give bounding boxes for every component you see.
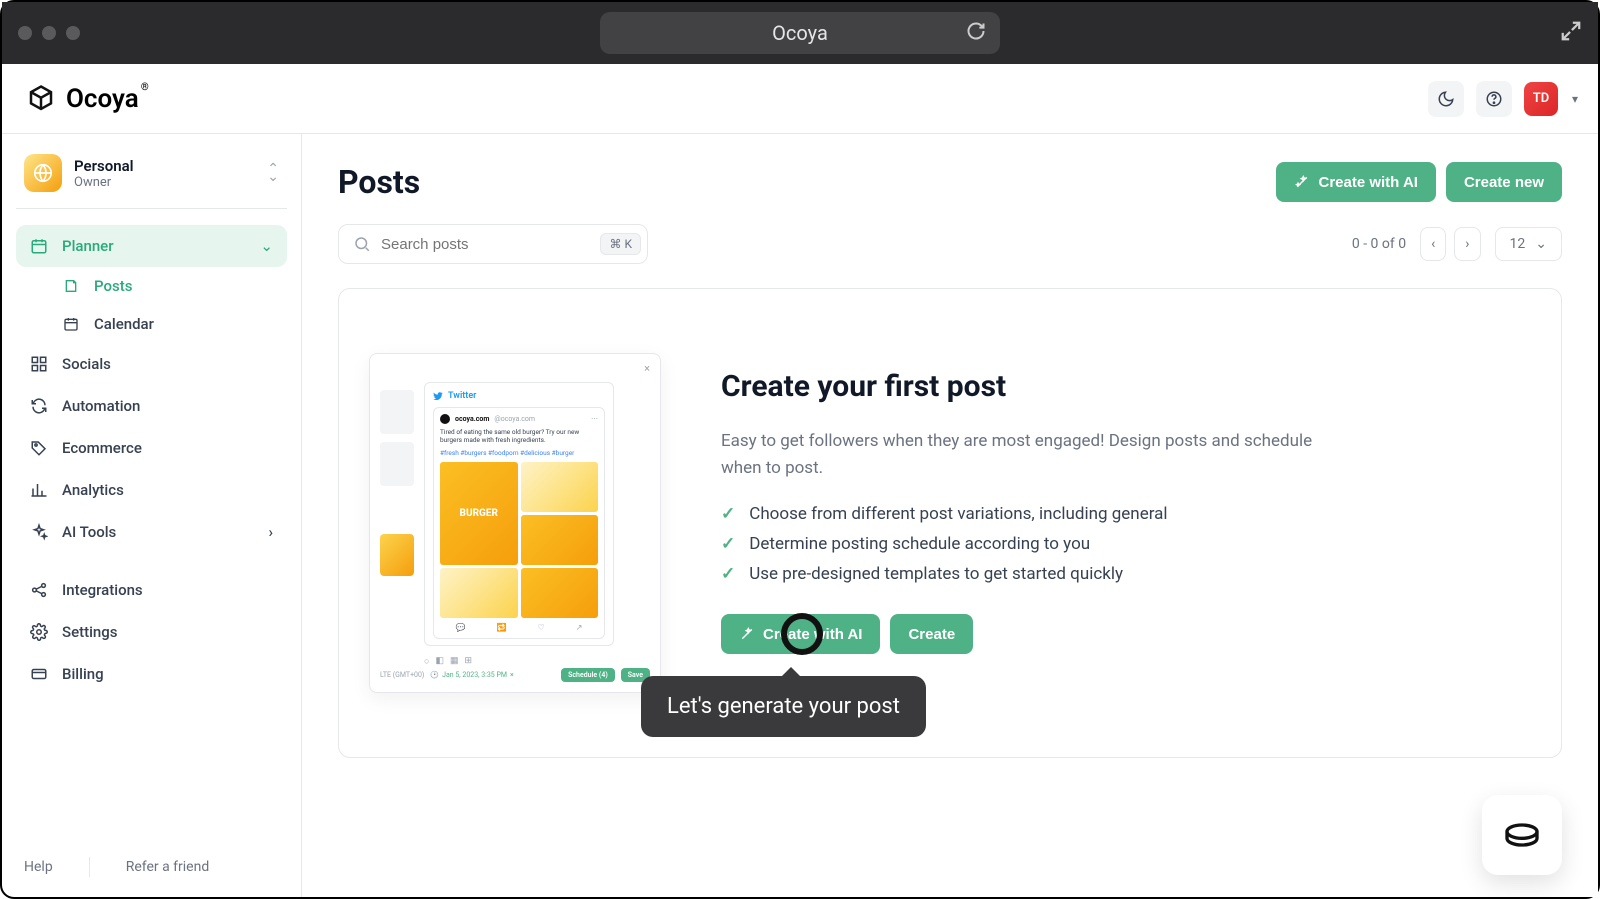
chevron-down-icon[interactable]: ▾: [1572, 92, 1578, 106]
calendar-icon: [30, 237, 48, 255]
post-preview-illustration: × Twitter ocoya.com @ocoya: [369, 353, 661, 693]
sidebar-item-label: Ecommerce: [62, 439, 142, 457]
empty-state-card: × Twitter ocoya.com @ocoya: [338, 288, 1562, 758]
sidebar-item-label: Planner: [62, 237, 114, 255]
onboarding-tooltip: Let's generate your post: [641, 676, 926, 737]
sidebar-item-integrations[interactable]: Integrations: [16, 569, 287, 611]
check-icon: ✓: [721, 504, 735, 524]
prev-page-button[interactable]: ‹: [1420, 227, 1446, 261]
sidebar-item-automation[interactable]: Automation: [16, 385, 287, 427]
window-titlebar: Ocoya: [2, 2, 1598, 64]
maximize-window-button[interactable]: [66, 26, 80, 40]
window-title-text: Ocoya: [772, 21, 828, 45]
brand-logo-icon: [26, 84, 56, 114]
page-size-select[interactable]: 12 ⌄: [1495, 227, 1562, 261]
workspace-name: Personal: [74, 157, 134, 175]
check-icon: ✓: [721, 534, 735, 554]
empty-state-description: Easy to get followers when they are most…: [721, 428, 1351, 482]
sidebar-item-label: Analytics: [62, 481, 124, 499]
list-item: ✓Choose from different post variations, …: [721, 504, 1531, 524]
brand-name: Ocoya: [66, 84, 139, 114]
create-with-ai-button[interactable]: Create with AI: [1276, 162, 1435, 202]
card-icon: [30, 665, 48, 683]
sidebar-item-label: Posts: [94, 277, 132, 295]
reload-icon[interactable]: [966, 21, 986, 46]
sidebar-item-label: Billing: [62, 665, 104, 683]
search-input[interactable]: [381, 236, 590, 253]
sidebar-item-socials[interactable]: Socials: [16, 343, 287, 385]
share-icon: [30, 581, 48, 599]
sidebar-item-billing[interactable]: Billing: [16, 653, 287, 695]
sort-icon: ⌃⌄: [267, 165, 279, 181]
window-title: Ocoya: [600, 12, 1000, 54]
sidebar-item-label: Socials: [62, 355, 111, 373]
sidebar: Personal Owner ⌃⌄ Planner ⌄ Posts Calend…: [2, 134, 302, 897]
page-title: Posts: [338, 163, 420, 201]
next-page-button[interactable]: ›: [1454, 227, 1480, 261]
expand-window-button[interactable]: [1560, 20, 1582, 47]
sync-icon: [30, 397, 48, 415]
keyboard-shortcut: ⌘ K: [600, 233, 641, 255]
results-range: 0 - 0 of 0: [1352, 236, 1406, 252]
sidebar-item-settings[interactable]: Settings: [16, 611, 287, 653]
list-item: ✓Use pre-designed templates to get start…: [721, 564, 1531, 584]
brand[interactable]: Ocoya: [26, 84, 139, 114]
sidebar-item-label: Integrations: [62, 581, 143, 599]
sidebar-item-label: Calendar: [94, 315, 154, 333]
calendar-icon: [62, 315, 80, 333]
empty-create-button[interactable]: Create: [890, 614, 973, 654]
close-icon: ×: [644, 362, 650, 375]
chevron-down-icon: ⌄: [260, 237, 273, 255]
sidebar-item-ecommerce[interactable]: Ecommerce: [16, 427, 287, 469]
theme-toggle-button[interactable]: [1428, 81, 1464, 117]
sidebar-item-aitools[interactable]: AI Tools ›: [16, 511, 287, 553]
grid-icon: [30, 355, 48, 373]
avatar[interactable]: TD: [1524, 82, 1558, 116]
chat-widget-button[interactable]: [1482, 795, 1562, 875]
globe-icon: [24, 154, 62, 192]
chart-icon: [30, 481, 48, 499]
workspace-switcher[interactable]: Personal Owner ⌃⌄: [16, 148, 287, 209]
create-new-button[interactable]: Create new: [1446, 162, 1562, 202]
sidebar-item-label: AI Tools: [62, 523, 116, 541]
help-link[interactable]: Help: [24, 859, 53, 875]
list-item: ✓Determine posting schedule according to…: [721, 534, 1531, 554]
tag-icon: [30, 439, 48, 457]
check-icon: ✓: [721, 564, 735, 584]
app-header: Ocoya TD ▾: [2, 64, 1598, 134]
search-icon: [353, 235, 371, 253]
sidebar-item-planner[interactable]: Planner ⌄: [16, 225, 287, 267]
traffic-lights: [18, 26, 80, 40]
empty-create-with-ai-button[interactable]: Create with AI: [721, 614, 880, 654]
empty-state-title: Create your first post: [721, 369, 1531, 404]
chevron-down-icon: ⌄: [1535, 236, 1547, 252]
refer-link[interactable]: Refer a friend: [126, 859, 210, 875]
search-input-wrapper[interactable]: ⌘ K: [338, 224, 648, 264]
minimize-window-button[interactable]: [42, 26, 56, 40]
help-button[interactable]: [1476, 81, 1512, 117]
gear-icon: [30, 623, 48, 641]
sparkle-icon: [30, 523, 48, 541]
sidebar-item-analytics[interactable]: Analytics: [16, 469, 287, 511]
sidebar-item-posts[interactable]: Posts: [48, 267, 287, 305]
sidebar-item-label: Automation: [62, 397, 140, 415]
sidebar-item-calendar[interactable]: Calendar: [48, 305, 287, 343]
sidebar-item-label: Settings: [62, 623, 118, 641]
chevron-right-icon: ›: [268, 523, 273, 541]
workspace-role: Owner: [74, 175, 134, 190]
feature-list: ✓Choose from different post variations, …: [721, 504, 1531, 584]
main-content: Posts Create with AI Create new ⌘ K 0 - …: [302, 134, 1598, 897]
close-window-button[interactable]: [18, 26, 32, 40]
note-icon: [62, 277, 80, 295]
